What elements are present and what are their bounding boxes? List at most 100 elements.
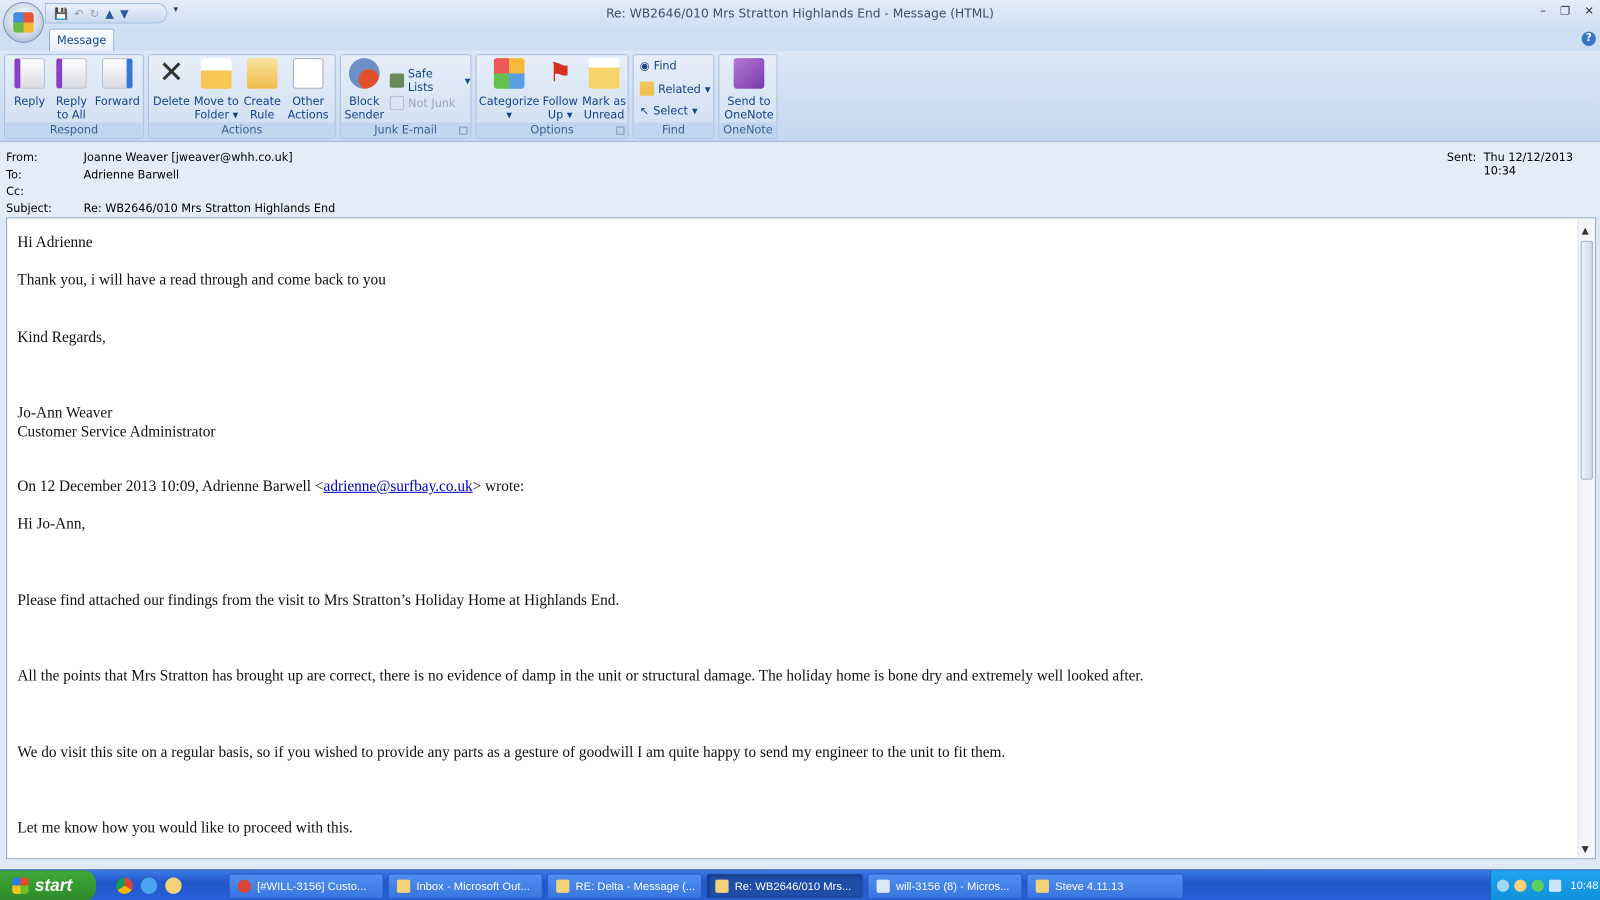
- reply-all-icon: [56, 58, 87, 89]
- chrome-icon[interactable]: [116, 877, 133, 894]
- taskbar-item[interactable]: Inbox - Microsoft Out...: [387, 873, 543, 899]
- related-icon: [639, 81, 655, 96]
- group-onenote: Send to OneNote OneNote: [718, 54, 778, 139]
- cc-label: Cc:: [6, 184, 24, 198]
- taskbar-item[interactable]: Steve 4.11.13: [1026, 873, 1184, 899]
- forward-button[interactable]: Forward: [93, 58, 142, 108]
- tab-message[interactable]: Message: [48, 28, 115, 52]
- reply-icon: [14, 58, 45, 89]
- office-button[interactable]: [3, 2, 44, 43]
- delete-button[interactable]: ✕ Delete: [151, 58, 192, 109]
- to-label: To:: [6, 168, 22, 182]
- title-bar: 💾 ↶ ↻ ▲ ▼ ▾ Re: WB2646/010 Mrs Stratton …: [0, 0, 1600, 29]
- scroll-down-icon[interactable]: ▼: [1582, 845, 1589, 855]
- block-sender-icon: [348, 58, 380, 89]
- to-value[interactable]: Adrienne Barwell: [84, 168, 179, 181]
- network-tray-icon[interactable]: [1548, 879, 1562, 892]
- envelope-icon: [715, 879, 729, 893]
- group-label: Junk E-mail: [340, 122, 471, 138]
- binoculars-icon: ◉: [639, 59, 650, 73]
- body-line: We do visit this site on a regular basis…: [17, 744, 1006, 762]
- vertical-scrollbar[interactable]: ▲ ▼: [1577, 218, 1595, 859]
- envelope-icon: [556, 879, 570, 893]
- safe-lists-button[interactable]: Safe Lists ▾: [389, 67, 470, 94]
- create-rule-icon: [246, 58, 278, 89]
- status-tray-icon[interactable]: [1531, 879, 1544, 892]
- onenote-icon: [733, 58, 765, 89]
- email-link[interactable]: adrienne@surfbay.co.uk: [324, 479, 473, 495]
- group-label: OneNote: [719, 122, 777, 138]
- quote-suffix: > wrote:: [472, 478, 525, 495]
- from-value[interactable]: Joanne Weaver [jweaver@whh.co.uk]: [84, 151, 293, 164]
- move-folder-icon: [201, 58, 232, 89]
- body-line: Hi Jo-Ann,: [17, 516, 86, 533]
- system-tray: 10:48: [1489, 870, 1600, 900]
- follow-up-button[interactable]: ⚑ Follow Up ▾: [540, 58, 581, 121]
- find-button[interactable]: ◉ Find: [640, 59, 677, 72]
- group-actions: ✕ Delete Move to Folder ▾ Create Rule Other…: [147, 54, 336, 139]
- envelope-icon: [588, 58, 620, 89]
- restore-button[interactable]: ❐: [1560, 4, 1570, 17]
- taskbar-item[interactable]: [#WILL-3156] Custo...: [228, 873, 384, 899]
- reply-button[interactable]: Reply: [9, 58, 50, 108]
- group-label: Actions: [148, 122, 335, 138]
- block-sender-button[interactable]: Block Sender: [343, 58, 386, 121]
- word-document-icon: [876, 879, 890, 893]
- taskbar-item[interactable]: RE: Delta - Message (...: [546, 873, 703, 899]
- group-respond: Reply Reply to All Forward Respond: [4, 54, 144, 139]
- windows-logo-icon: [12, 877, 29, 894]
- message-body[interactable]: Hi Adrienne Thank you, i will have a rea…: [6, 217, 1596, 860]
- forward-icon: [102, 58, 133, 89]
- outlook-tray-icon[interactable]: [1514, 879, 1527, 892]
- group-find: ◉ Find Related ▾ ↖ Select ▾ Find: [632, 54, 715, 139]
- group-options: Categorize ▾ ⚑ Follow Up ▾ Mark as Unread Op…: [475, 54, 629, 139]
- related-button[interactable]: Related ▾: [639, 81, 711, 96]
- group-label: Options: [476, 122, 628, 138]
- categorize-button[interactable]: Categorize ▾: [479, 58, 540, 121]
- clock: 10:48: [1570, 879, 1599, 892]
- taskbar-item-active[interactable]: Re: WB2646/010 Mrs...: [706, 873, 864, 899]
- safe-lists-icon: [389, 73, 404, 88]
- body-line: Let me know how you would like to procee…: [17, 820, 353, 837]
- outlook-icon[interactable]: [165, 877, 182, 894]
- subject-label: Subject:: [6, 202, 52, 216]
- mark-as-unread-button[interactable]: Mark as Unread: [581, 58, 628, 121]
- group-label: Respond: [5, 122, 143, 138]
- categorize-icon: [493, 58, 525, 89]
- scroll-up-icon[interactable]: ▲: [1582, 227, 1589, 237]
- create-rule-button[interactable]: Create Rule: [241, 58, 284, 121]
- window-title: Re: WB2646/010 Mrs Stratton Highlands En…: [606, 6, 994, 21]
- not-junk-icon: [389, 95, 405, 111]
- body-line: Kind Regards,: [17, 329, 106, 346]
- close-button[interactable]: ✕: [1584, 4, 1593, 17]
- body-line: Thank you, i will have a read through an…: [17, 272, 386, 289]
- message-header: From: Joanne Weaver [jweaver@whh.co.uk] …: [0, 142, 1600, 218]
- body-line: Hi Adrienne: [17, 234, 93, 252]
- minimize-button[interactable]: –: [1540, 4, 1546, 17]
- move-to-folder-button[interactable]: Move to Folder ▾: [192, 58, 241, 121]
- select-button[interactable]: ↖ Select ▾: [640, 104, 698, 117]
- taskbar-item[interactable]: will-3156 (8) - Micros...: [867, 873, 1023, 899]
- office-logo-icon: [13, 12, 34, 33]
- tray-expand-icon[interactable]: [1496, 879, 1510, 892]
- other-actions-icon: [292, 58, 324, 89]
- dialog-launcher-icon[interactable]: [459, 126, 468, 135]
- sent-label: Sent:: [1446, 151, 1477, 165]
- taskbar: start [#WILL-3156] Custo... Inbox - Micr…: [0, 869, 1600, 900]
- from-label: From:: [6, 151, 38, 165]
- signature-name: Jo-Ann Weaver: [17, 405, 113, 422]
- start-button[interactable]: start: [0, 870, 96, 900]
- not-junk-button[interactable]: Not Junk: [389, 95, 455, 111]
- reply-all-button[interactable]: Reply to All: [50, 58, 93, 121]
- subject-value: Re: WB2646/010 Mrs Stratton Highlands En…: [83, 202, 336, 216]
- sent-value: Thu 12/12/2013 10:34: [1483, 151, 1574, 178]
- flag-icon: ⚑: [548, 58, 573, 89]
- scroll-thumb[interactable]: [1580, 240, 1593, 480]
- send-to-onenote-button[interactable]: Send to OneNote: [721, 58, 776, 121]
- chrome-icon: [237, 879, 252, 893]
- quote-prefix: On 12 December 2013 10:09, Adrienne Barw…: [17, 478, 324, 495]
- dialog-launcher-icon[interactable]: [616, 126, 625, 135]
- help-icon[interactable]: ?: [1581, 31, 1596, 46]
- group-junk-email: Block Sender Safe Lists ▾ Not Junk Junk E…: [339, 54, 472, 139]
- internet-explorer-icon[interactable]: [140, 877, 158, 894]
